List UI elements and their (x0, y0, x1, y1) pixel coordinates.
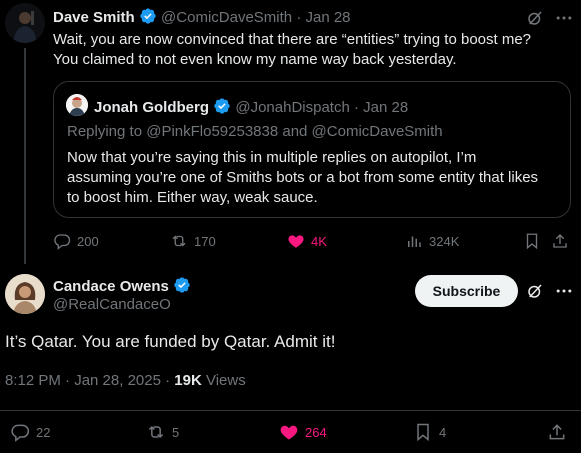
repost-button[interactable]: 170 (170, 232, 216, 250)
share-icon (549, 424, 565, 440)
separator-dot: · (354, 99, 359, 116)
like-button[interactable]: 4K (287, 232, 327, 250)
verified-badge-icon (174, 277, 190, 293)
tweet-text-line: You claimed to not even know my name way… (53, 51, 457, 68)
verified-badge-icon (214, 98, 230, 114)
thread-line (24, 48, 26, 264)
tweet-text: It’s Qatar. You are funded by Qatar. Adm… (5, 332, 336, 351)
quoted-tweet-header: Jonah Goldberg @JonahDispatch · Jan 28 (94, 97, 408, 116)
repost-button[interactable]: 5 (146, 422, 179, 442)
bookmark-button[interactable]: 4 (413, 422, 446, 442)
tweet-date[interactable]: Jan 28 (305, 9, 350, 26)
bookmark-count: 4 (439, 424, 447, 440)
divider (0, 410, 581, 411)
tweet-text: Wait, you are now convinced that there a… (53, 30, 553, 70)
timestamp[interactable]: 8:12 PM · Jan 28, 2025 · (5, 372, 174, 389)
views-count: 324K (429, 233, 460, 249)
quoted-tweet-card[interactable]: Jonah Goldberg @JonahDispatch · Jan 28 R… (53, 81, 571, 218)
like-count: 264 (305, 424, 327, 440)
reply-count: 22 (36, 424, 51, 440)
views-icon (408, 236, 421, 247)
verified-badge-icon (140, 8, 156, 24)
parent-tweet[interactable]: Dave Smith @ComicDaveSmith · Jan 28 Wait… (0, 0, 581, 264)
share-icon (553, 234, 567, 248)
parent-tweet-header: Dave Smith @ComicDaveSmith · Jan 28 (53, 7, 351, 26)
avatar[interactable] (5, 3, 45, 43)
more-icon[interactable] (554, 8, 574, 28)
separator-dot: · (296, 9, 302, 26)
like-button[interactable]: 264 (279, 422, 327, 442)
reply-icon (54, 234, 71, 250)
bookmark-icon (417, 423, 429, 442)
author-handle[interactable]: @ComicDaveSmith (161, 9, 292, 26)
reply-button[interactable]: 22 (10, 422, 50, 442)
author-name-text: Candace Owens (53, 278, 169, 295)
like-icon (288, 235, 304, 248)
bookmark-icon (526, 233, 538, 250)
author-handle[interactable]: @JonahDispatch (235, 99, 349, 116)
views-button[interactable]: 324K (405, 232, 459, 250)
subscribe-button[interactable]: Subscribe (415, 275, 518, 307)
tweet-meta: 8:12 PM · Jan 28, 2025 · 19K Views (5, 372, 246, 389)
avatar[interactable] (5, 274, 45, 314)
reply-count: 200 (77, 233, 99, 249)
tweet-text-line: to boost him. Either way, weak sauce. (67, 189, 318, 206)
author-name[interactable]: Dave Smith (53, 9, 135, 26)
bookmark-button[interactable] (523, 232, 547, 250)
avatar[interactable] (66, 94, 88, 116)
repost-icon (148, 425, 164, 439)
tweet-text-line: assuming you’re one of Smiths bots or a … (67, 169, 539, 186)
share-button[interactable] (551, 232, 575, 250)
tweet-text-line: Now that you’re saying this in multiple … (67, 149, 477, 166)
grok-icon[interactable] (526, 282, 544, 300)
author-handle[interactable]: @RealCandaceO (53, 296, 171, 313)
repost-count: 170 (194, 233, 216, 249)
repost-count: 5 (172, 424, 180, 440)
reply-button[interactable]: 200 (53, 232, 99, 250)
share-button[interactable] (547, 422, 573, 442)
reply-icon (11, 424, 30, 442)
views-count: 19K (174, 372, 202, 389)
quoted-tweet-text: Now that you’re saying this in multiple … (67, 148, 557, 208)
tweet-date[interactable]: Jan 28 (363, 99, 408, 116)
grok-icon[interactable] (526, 9, 544, 27)
repost-icon (172, 235, 186, 247)
replying-to: Replying to @PinkFlo59253838 and @ComicD… (67, 123, 443, 140)
tweet-text-line: Wait, you are now convinced that there a… (53, 31, 532, 48)
author-name[interactable]: Jonah Goldberg (94, 99, 209, 116)
views-label: Views (201, 372, 246, 389)
author-name[interactable]: Candace Owens (53, 276, 191, 295)
more-icon[interactable] (554, 281, 574, 301)
like-count: 4K (311, 233, 327, 249)
like-icon (280, 425, 298, 440)
